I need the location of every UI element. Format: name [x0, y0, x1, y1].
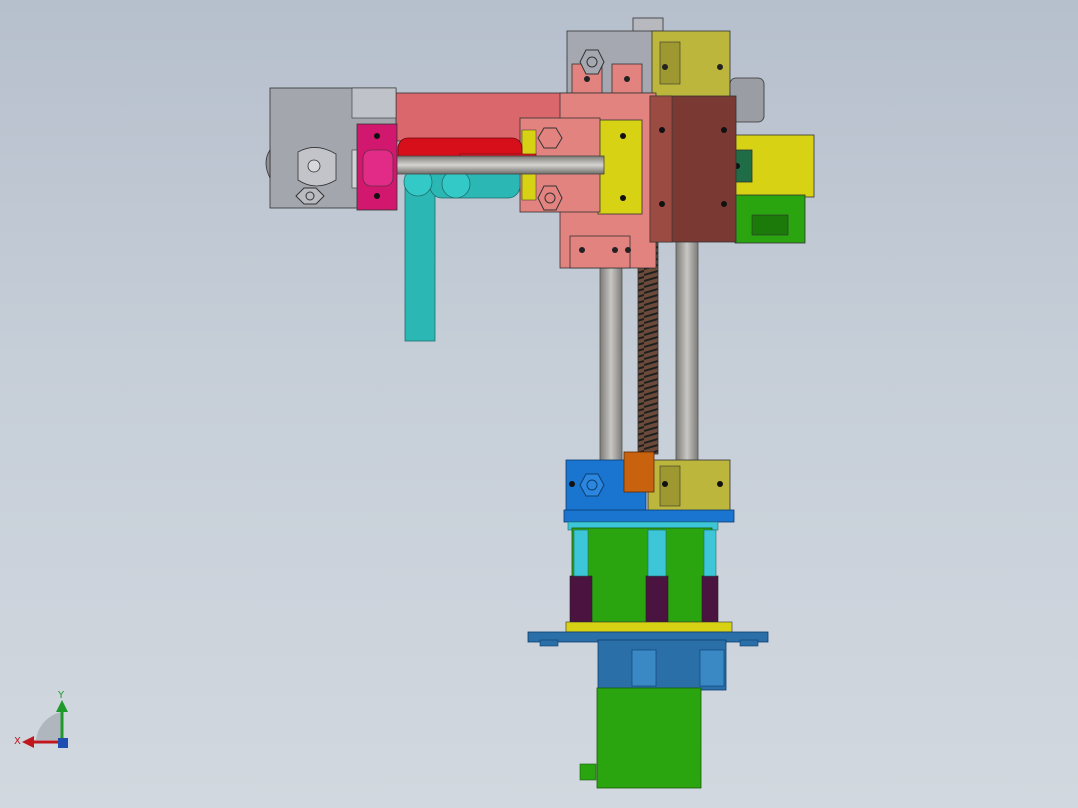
yellow-bearing-block — [597, 119, 643, 215]
base-column — [527, 509, 769, 647]
vertical-guide-rods — [599, 237, 699, 465]
y-axis-label: Y — [57, 690, 65, 701]
x-axis-label: X — [14, 736, 21, 747]
magenta-clamp — [356, 123, 398, 211]
cad-viewport[interactable]: Y X — [0, 0, 1078, 808]
brown-carriage-block — [649, 95, 737, 243]
robot-arm-model: Y X — [14, 17, 815, 789]
horizontal-shaft — [385, 155, 605, 175]
stepper-motor — [579, 639, 727, 789]
coordinate-triad[interactable]: Y X — [14, 690, 68, 748]
